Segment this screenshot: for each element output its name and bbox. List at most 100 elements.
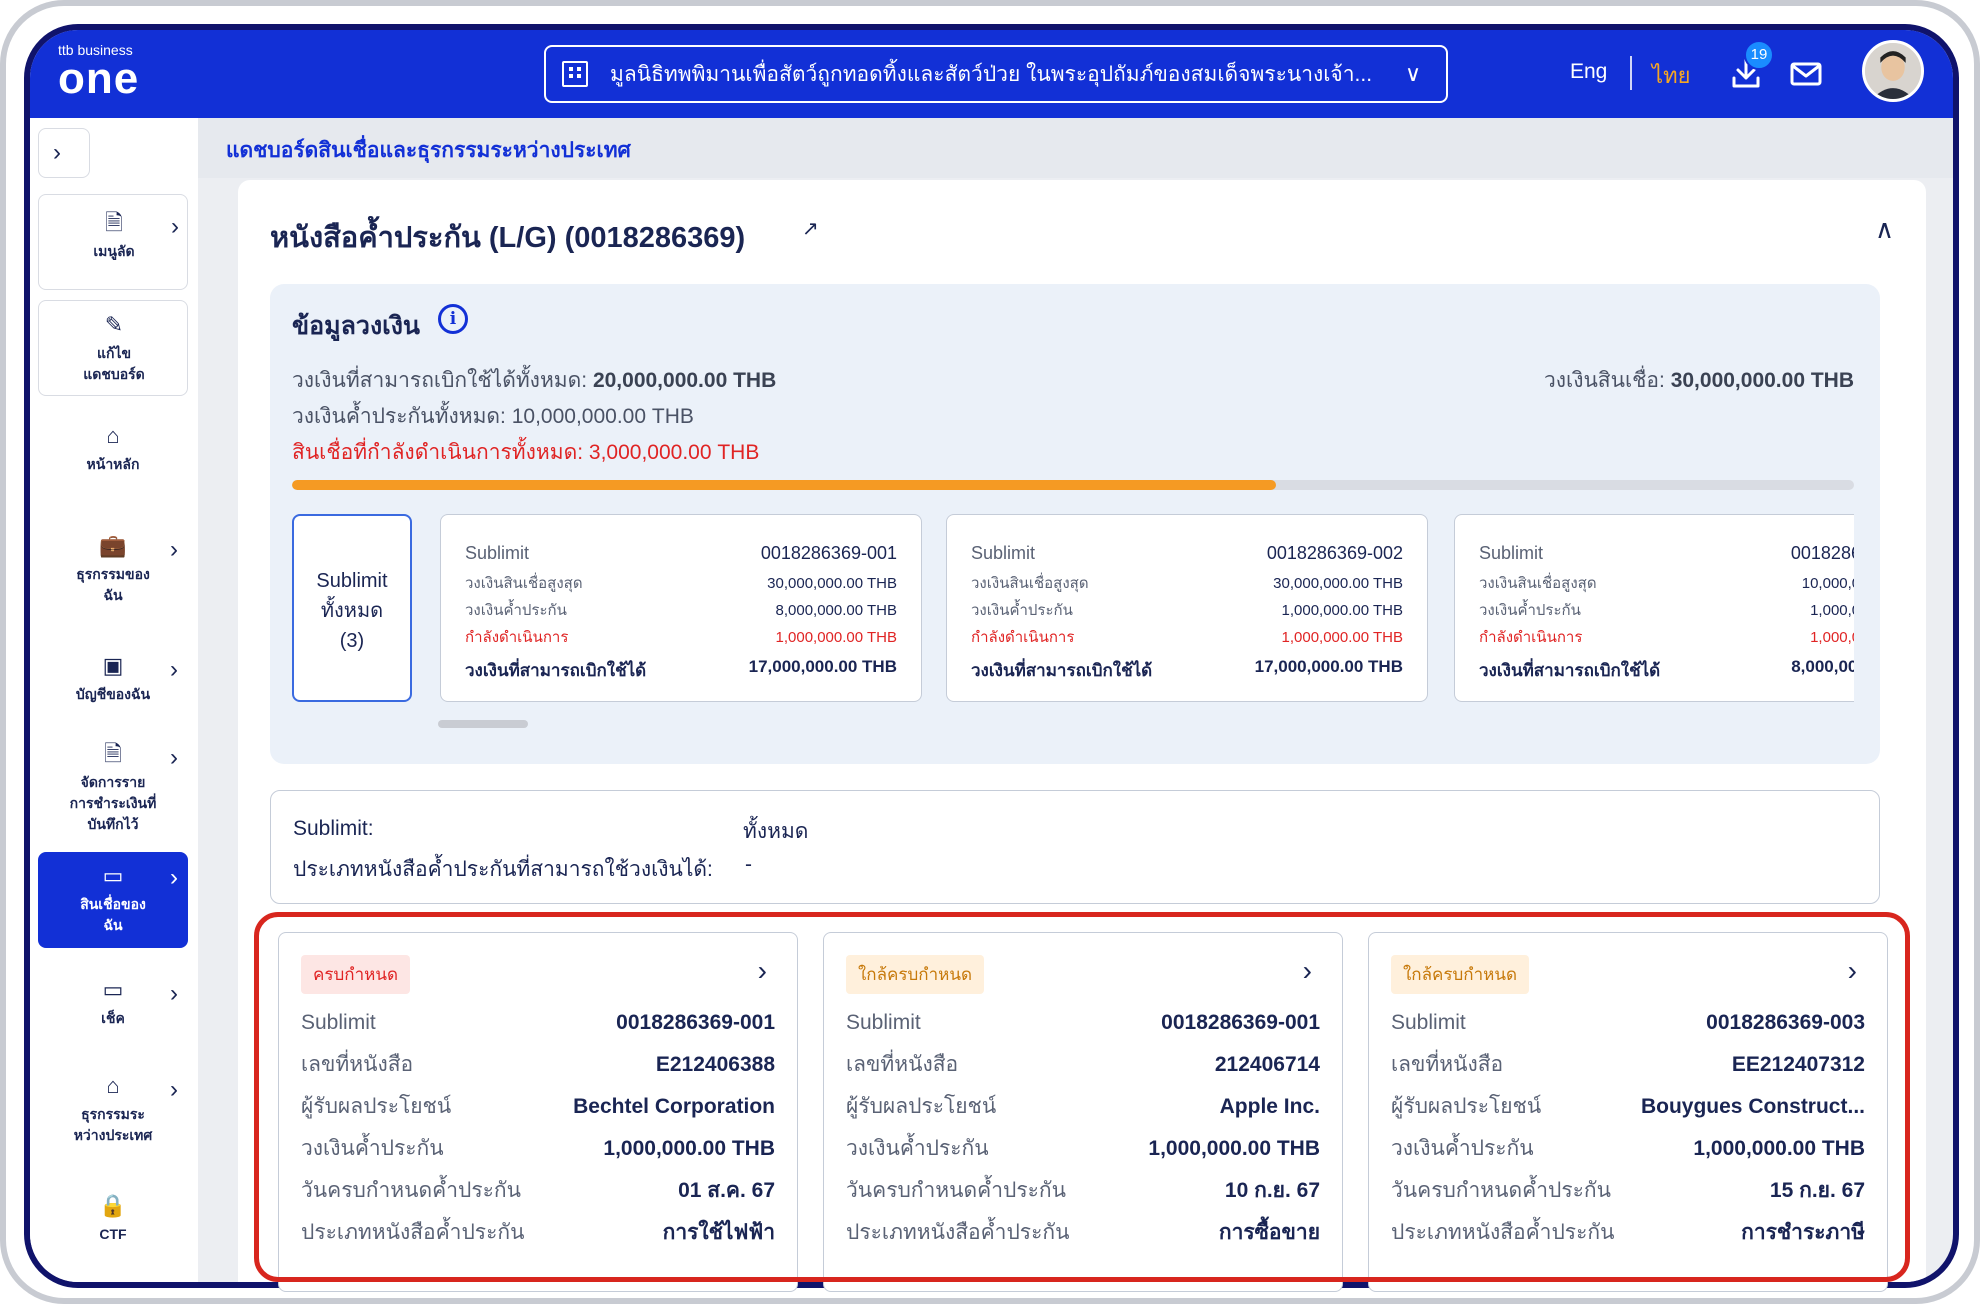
sidebar-item-label: ธุรกรรมของ ฉัน (76, 566, 150, 603)
sidebar-item-label: แก้ไข แดชบอร์ด (83, 345, 145, 382)
globe-icon: ⌂ (106, 1073, 120, 1098)
chevron-right-icon: › (170, 1076, 178, 1103)
sidebar-item-shortcuts-content: 🗎 เมนูลัด › (39, 211, 189, 262)
max-limit-value: 10,000,000. (1801, 575, 1854, 592)
guarantee-label: วงเงินค้ำประกัน (971, 602, 1073, 619)
horizontal-scrollbar[interactable] (438, 720, 528, 728)
document-icon: 🗎 (105, 210, 123, 235)
inprogress-value: 1,000,000.00 THB (775, 629, 897, 646)
sublimit-card[interactable]: Sublimit 0018286369-002 วงเงินสินเชื่อสูง… (946, 514, 1428, 702)
home-icon: ⌂ (106, 423, 120, 448)
detail-sublimit-label: Sublimit: (293, 817, 374, 840)
sidebar-item-international[interactable]: ⌂ ธุรกรรมระ หว่างประเทศ › (38, 1074, 188, 1146)
inprogress-value: 1,000,000. (1810, 629, 1854, 646)
inprogress-label: กำลังดำเนินการ (465, 629, 569, 646)
detail-type-value: - (745, 853, 752, 876)
sidebar-item-label: หน้าหลัก (86, 456, 140, 472)
chevron-right-icon: › (170, 536, 178, 563)
max-limit-value: 30,000,000.00 THB (767, 575, 897, 592)
guarantee-limit-value: 10,000,000.00 THB (511, 405, 694, 428)
breadcrumb-bar: แดชบอร์ดสินเชื่อและธุรกรรมระหว่างประเทศ (198, 118, 1953, 178)
available-limit-label: วงเงินที่สามารถเบิกใช้ได้ทั้งหมด: (292, 369, 588, 392)
info-icon[interactable]: i (438, 304, 468, 334)
sublimit-card[interactable]: Sublimit 0018286369-001 วงเงินสินเชื่อสูง… (440, 514, 922, 702)
inprogress-limit-value: 3,000,000.00 THB (588, 441, 760, 464)
guarantee-limit-label: วงเงินค้ำประกันทั้งหมด: (292, 405, 506, 428)
logo[interactable]: ttb business one (58, 42, 139, 101)
inprogress-value: 1,000,000.00 THB (1281, 629, 1403, 646)
sidebar-item-my-transactions[interactable]: 💼 ธุรกรรมของ ฉัน › (38, 534, 188, 606)
chevron-right-icon: › (170, 864, 178, 891)
guarantee-value: 1,000,000. (1810, 602, 1854, 619)
chevron-right-icon: › (170, 744, 178, 771)
sublimit-all-button[interactable]: Sublimit ทั้งหมด (3) (292, 514, 412, 702)
lock-icon: 🔒 (99, 1193, 127, 1218)
sidebar-item-edit-dashboard[interactable]: ✎ แก้ไข แดชบอร์ด (38, 300, 188, 396)
briefcase-icon: 💼 (99, 533, 127, 558)
sublimit-card-head: Sublimit (465, 543, 530, 563)
limit-info-section: ข้อมูลวงเงิน i วงเงินที่สามารถเบิกใช้ได้… (270, 284, 1880, 764)
lang-divider (1630, 56, 1632, 90)
wallet-icon: ▣ (102, 653, 124, 678)
chevron-up-icon[interactable]: ∧ (1875, 214, 1894, 245)
sidebar-item-my-accounts[interactable]: ▣ บัญชีของฉัน › (38, 654, 188, 705)
breadcrumb[interactable]: แดชบอร์ดสินเชื่อและธุรกรรมระหว่างประเทศ (226, 134, 631, 167)
available-limit-value: 20,000,000.00 THB (592, 369, 777, 392)
card-icon: ▭ (102, 863, 124, 888)
sidebar-item-shortcuts[interactable]: 🗎 เมนูลัด › (38, 194, 188, 290)
download-count-badge: 19 (1744, 40, 1774, 70)
sidebar-item-label: CTF (99, 1226, 127, 1242)
inprogress-label: กำลังดำเนินการ (1479, 629, 1583, 646)
sidebar-item-label: ธุรกรรมระ หว่างประเทศ (73, 1106, 153, 1143)
external-link-icon[interactable]: ↗ (802, 216, 819, 241)
lang-english[interactable]: Eng (1570, 60, 1607, 84)
available-value: 17,000,000.00 THB (748, 657, 897, 676)
inprogress-limit: สินเชื่อที่กำลังดำเนินการทั้งหมด: 3,000,… (292, 436, 759, 469)
cheque-icon: ▭ (102, 977, 124, 1002)
sublimit-card[interactable]: Sublimit 001828636 วงเงินสินเชื่อสูงสุด 10… (1454, 514, 1854, 702)
sublimit-card-head: Sublimit (1479, 543, 1544, 563)
inprogress-label: กำลังดำเนินการ (971, 629, 1075, 646)
max-limit-label: วงเงินสินเชื่อสูงสุด (465, 575, 583, 592)
building-icon (562, 61, 588, 87)
available-label: วงเงินที่สามารถเบิกใช้ได้ (1479, 661, 1661, 680)
sidebar-item-ctf[interactable]: 🔒 CTF (38, 1194, 188, 1245)
chevron-right-icon: › (170, 980, 178, 1007)
detail-type-label: ประเภทหนังสือค้ำประกันที่สามารถใช้วงเงิน… (293, 858, 713, 881)
max-limit-value: 30,000,000.00 THB (1273, 575, 1403, 592)
highlight-box (254, 912, 1910, 1282)
mail-icon[interactable] (1788, 56, 1824, 92)
available-value: 8,000,000.0 (1791, 657, 1854, 676)
document-icon: 🗎 (104, 741, 122, 766)
sublimit-id: 0018286369-002 (1266, 543, 1403, 563)
company-name: มูลนิธิทพพิมานเพื่อสัตว์ถูกทอดทิ้งและสัต… (610, 62, 1373, 86)
device-frame: ttb business one มูลนิธิทพพิมานเพื่อสัตว… (0, 0, 1980, 1304)
sublimit-id: 001828636 (1790, 543, 1854, 563)
available-value: 17,000,000.00 THB (1254, 657, 1403, 676)
available-label: วงเงินที่สามารถเบิกใช้ได้ (971, 661, 1153, 680)
sidebar-item-home[interactable]: ⌂ หน้าหลัก (38, 424, 188, 475)
user-avatar[interactable] (1862, 40, 1924, 102)
detail-sublimit-value: ทั้งหมด (743, 820, 809, 843)
max-limit-label: วงเงินสินเชื่อสูงสุด (971, 575, 1089, 592)
inprogress-limit-label: สินเชื่อที่กำลังดำเนินการทั้งหมด: (292, 441, 584, 464)
guarantee-label: วงเงินค้ำประกัน (1479, 602, 1581, 619)
sidebar-item-label: สินเชื่อของ ฉัน (80, 896, 146, 933)
sublimit-all-count: (3) (339, 630, 365, 652)
sidebar-expand-button[interactable]: › (38, 128, 90, 178)
top-bar: ttb business one มูลนิธิทพพิมานเพื่อสัตว… (30, 30, 1953, 118)
guarantee-value: 1,000,000.00 THB (1281, 602, 1403, 619)
sublimit-all-label: ทั้งหมด (320, 600, 384, 622)
credit-limit: วงเงินสินเชื่อ: 30,000,000.00 THB (1544, 364, 1854, 397)
chevron-down-icon: ∨ (1404, 61, 1422, 86)
sidebar-item-cheque[interactable]: ▭ เช็ค › (38, 978, 188, 1029)
guarantee-limit: วงเงินค้ำประกันทั้งหมด: 10,000,000.00 TH… (292, 400, 694, 433)
sidebar-item-saved-payments[interactable]: 🗎 จัดการราย การชำระเงินที่ บันทึกไว้ › (38, 742, 188, 835)
sidebar-item-label: จัดการราย การชำระเงินที่ บันทึกไว้ (69, 774, 157, 832)
sidebar-item-my-loans[interactable]: ▭ สินเชื่อของ ฉัน › (38, 852, 188, 948)
lang-thai[interactable]: ไทย (1652, 58, 1690, 93)
sidebar-item-label: บัญชีของฉัน (75, 686, 151, 702)
company-selector[interactable]: มูลนิธิทพพิมานเพื่อสัตว์ถูกทอดทิ้งและสัต… (544, 45, 1448, 103)
chevron-right-icon: › (170, 656, 178, 683)
sidebar-item-label: เช็ค (101, 1010, 125, 1026)
